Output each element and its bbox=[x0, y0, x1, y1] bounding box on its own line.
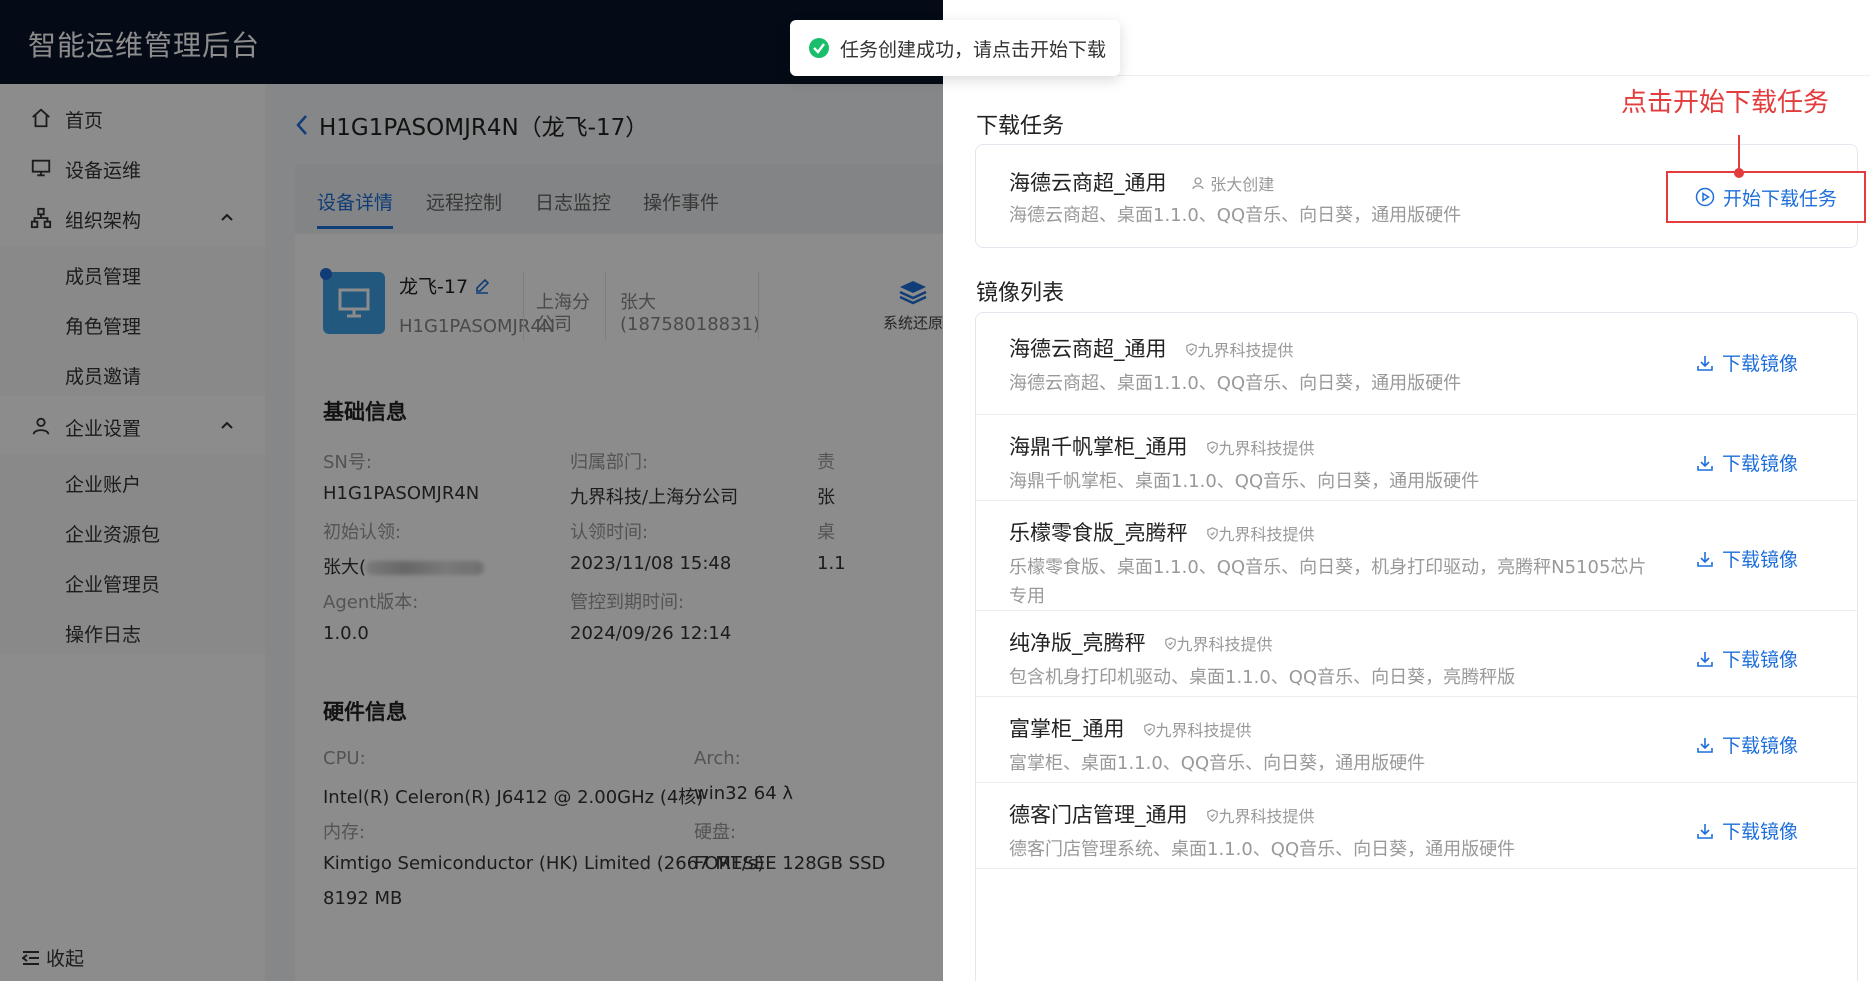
image-name-text: 德客门店管理_通用 bbox=[1009, 803, 1188, 827]
image-provider-text: 九界科技提供 bbox=[1197, 341, 1294, 360]
shield-icon bbox=[1206, 441, 1218, 454]
image-name: 海鼎千帆掌柜_通用 九界科技提供 bbox=[1009, 431, 1315, 461]
download-image-label: 下载镜像 bbox=[1722, 649, 1799, 671]
download-icon bbox=[1697, 355, 1713, 371]
image-name-text: 乐檬零食版_亮腾秤 bbox=[1009, 521, 1188, 545]
image-row: 海鼎千帆掌柜_通用 九界科技提供 海鼎千帆掌柜、桌面1.1.0、QQ音乐、向日葵，… bbox=[976, 415, 1857, 501]
success-toast: 任务创建成功，请点击开始下载 bbox=[790, 20, 1120, 76]
image-desc-line: 富掌柜、桌面1.1.0、QQ音乐、向日葵，通用版硬件 bbox=[1009, 753, 1426, 774]
download-image-button[interactable]: 下载镜像 bbox=[1696, 645, 1798, 672]
image-desc: 海德云商超、桌面1.1.0、QQ音乐、向日葵，通用版硬件 bbox=[1009, 369, 1461, 398]
image-provider-text: 九界科技提供 bbox=[1218, 525, 1315, 544]
download-task-card: 海德云商超_通用 张大创建 海德云商超、桌面1.1.0、QQ音乐、向日葵，通用版… bbox=[975, 144, 1866, 248]
task-creator-text: 张大创建 bbox=[1210, 175, 1275, 194]
shield-icon bbox=[1185, 343, 1197, 356]
image-row: 纯净版_亮腾秤 九界科技提供 包含机身打印机驱动、桌面1.1.0、QQ音乐、向日葵… bbox=[976, 611, 1857, 697]
image-desc-line: 德客门店管理系统、桌面1.1.0、QQ音乐、向日葵，通用版硬件 bbox=[1009, 839, 1516, 860]
image-desc-line: 乐檬零食版、桌面1.1.0、QQ音乐、向日葵，机身打印驱动，亮腾秤N5105芯片 bbox=[1009, 557, 1647, 578]
task-desc: 海德云商超、桌面1.1.0、QQ音乐、向日葵，通用版硬件 bbox=[1009, 205, 1462, 226]
annotation-line bbox=[1738, 135, 1740, 171]
download-icon bbox=[1697, 823, 1713, 839]
image-row: 富掌柜_通用 九界科技提供 富掌柜、桌面1.1.0、QQ音乐、向日葵，通用版硬件 … bbox=[976, 697, 1857, 783]
image-row: 乐檬零食版_亮腾秤 九界科技提供 乐檬零食版、桌面1.1.0、QQ音乐、向日葵，机… bbox=[976, 501, 1857, 611]
image-provider: 九界科技提供 bbox=[1206, 525, 1315, 544]
download-image-button[interactable]: 下载镜像 bbox=[1696, 545, 1798, 572]
image-list: 海德云商超_通用 九界科技提供 海德云商超、桌面1.1.0、QQ音乐、向日葵，通用… bbox=[975, 312, 1858, 981]
image-provider-text: 九界科技提供 bbox=[1218, 439, 1315, 458]
download-image-label: 下载镜像 bbox=[1722, 353, 1799, 375]
image-desc: 德客门店管理系统、桌面1.1.0、QQ音乐、向日葵，通用版硬件 bbox=[1009, 835, 1515, 864]
shield-icon bbox=[1164, 637, 1176, 650]
task-section-title: 下载任务 bbox=[976, 114, 1065, 139]
download-image-button[interactable]: 下载镜像 bbox=[1696, 817, 1798, 844]
image-provider: 九界科技提供 bbox=[1164, 635, 1273, 654]
download-image-button[interactable]: 下载镜像 bbox=[1696, 449, 1798, 476]
shield-icon bbox=[1206, 527, 1218, 540]
image-name-text: 富掌柜_通用 bbox=[1009, 717, 1125, 741]
image-desc: 乐檬零食版、桌面1.1.0、QQ音乐、向日葵，机身打印驱动，亮腾秤N5105芯片… bbox=[1009, 553, 1646, 611]
image-name-text: 海鼎千帆掌柜_通用 bbox=[1009, 435, 1188, 459]
annotation-dot bbox=[1734, 168, 1744, 178]
image-name-text: 纯净版_亮腾秤 bbox=[1009, 631, 1146, 655]
image-provider-text: 九界科技提供 bbox=[1176, 635, 1273, 654]
start-download-label: 开始下载任务 bbox=[1722, 187, 1837, 210]
download-image-label: 下载镜像 bbox=[1722, 549, 1799, 571]
drawer-mask[interactable] bbox=[0, 0, 943, 981]
shield-icon bbox=[1206, 809, 1218, 822]
task-creator: 张大创建 bbox=[1191, 175, 1274, 194]
toast-message: 任务创建成功，请点击开始下载 bbox=[840, 38, 1107, 61]
download-icon bbox=[1697, 651, 1713, 667]
image-drawer: 下载任务 海德云商超_通用 张大创建 海德云商超、桌面1.1.0、QQ音乐、向日… bbox=[943, 0, 1870, 981]
image-name: 富掌柜_通用 九界科技提供 bbox=[1009, 713, 1252, 743]
task-name: 海德云商超_通用 张大创建 bbox=[1009, 167, 1274, 197]
image-name: 海德云商超_通用 九界科技提供 bbox=[1009, 333, 1294, 363]
download-icon bbox=[1697, 551, 1713, 567]
start-download-task-button[interactable]: 开始下载任务 bbox=[1666, 171, 1866, 223]
image-row: 德客门店管理_通用 九界科技提供 德客门店管理系统、桌面1.1.0、QQ音乐、向日… bbox=[976, 783, 1857, 869]
image-name: 乐檬零食版_亮腾秤 九界科技提供 bbox=[1009, 517, 1315, 547]
download-image-label: 下载镜像 bbox=[1722, 735, 1799, 757]
image-provider: 九界科技提供 bbox=[1143, 721, 1252, 740]
download-icon bbox=[1697, 455, 1713, 471]
image-desc: 包含机身打印机驱动、桌面1.1.0、QQ音乐、向日葵，亮腾秤版 bbox=[1009, 663, 1515, 692]
download-image-button[interactable]: 下载镜像 bbox=[1696, 349, 1798, 376]
check-circle-icon bbox=[809, 38, 829, 58]
image-name-text: 海德云商超_通用 bbox=[1009, 337, 1167, 361]
image-desc: 海鼎千帆掌柜、桌面1.1.0、QQ音乐、向日葵，通用版硬件 bbox=[1009, 467, 1479, 496]
image-provider-text: 九界科技提供 bbox=[1155, 721, 1252, 740]
image-name: 纯净版_亮腾秤 九界科技提供 bbox=[1009, 627, 1273, 657]
image-provider-text: 九界科技提供 bbox=[1218, 807, 1315, 826]
image-desc-line: 专用 bbox=[1009, 586, 1045, 607]
image-desc-line: 海鼎千帆掌柜、桌面1.1.0、QQ音乐、向日葵，通用版硬件 bbox=[1009, 471, 1480, 492]
shield-icon bbox=[1143, 723, 1155, 736]
user-icon bbox=[1192, 177, 1204, 190]
task-name-text: 海德云商超_通用 bbox=[1009, 171, 1167, 195]
image-section-title: 镜像列表 bbox=[976, 281, 1065, 306]
image-name: 德客门店管理_通用 九界科技提供 bbox=[1009, 799, 1315, 829]
image-desc-line: 包含机身打印机驱动、桌面1.1.0、QQ音乐、向日葵，亮腾秤版 bbox=[1009, 667, 1516, 688]
download-image-label: 下载镜像 bbox=[1722, 821, 1799, 843]
image-provider: 九界科技提供 bbox=[1185, 341, 1294, 360]
image-row: 海德云商超_通用 九界科技提供 海德云商超、桌面1.1.0、QQ音乐、向日葵，通用… bbox=[976, 313, 1857, 415]
download-image-button[interactable]: 下载镜像 bbox=[1696, 731, 1798, 758]
download-image-label: 下载镜像 bbox=[1722, 453, 1799, 475]
annotation-callout: 点击开始下载任务 bbox=[1621, 88, 1830, 118]
download-icon bbox=[1697, 737, 1713, 753]
image-provider: 九界科技提供 bbox=[1206, 439, 1315, 458]
play-circle-icon bbox=[1695, 187, 1715, 207]
image-provider: 九界科技提供 bbox=[1206, 807, 1315, 826]
image-desc: 富掌柜、桌面1.1.0、QQ音乐、向日葵，通用版硬件 bbox=[1009, 749, 1425, 778]
image-desc-line: 海德云商超、桌面1.1.0、QQ音乐、向日葵，通用版硬件 bbox=[1009, 373, 1462, 394]
